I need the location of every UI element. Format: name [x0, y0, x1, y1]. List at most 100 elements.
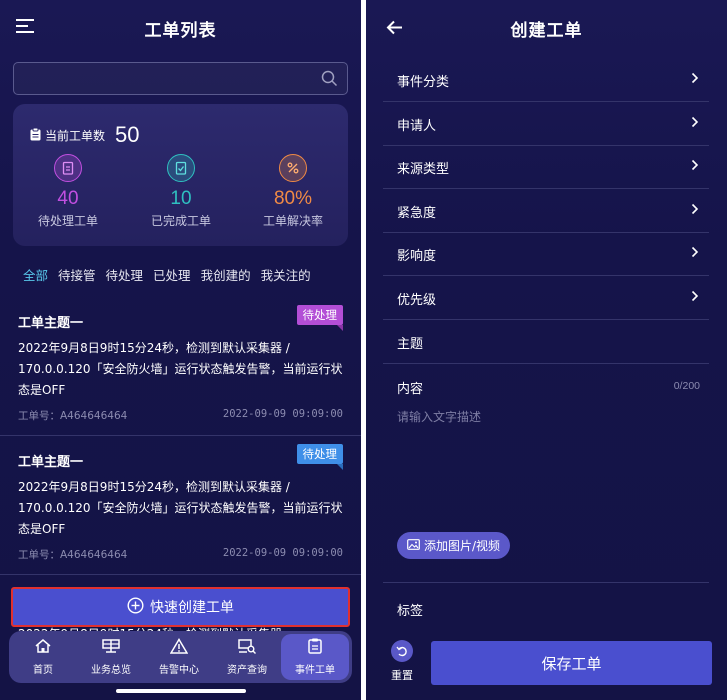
ticket-list-header: 工单列表	[0, 0, 361, 56]
save-label: 保存工单	[541, 654, 602, 673]
nav-label: 首页	[33, 665, 53, 676]
ticket-number: 工单号：A464646464	[18, 549, 128, 561]
ticket-number: 工单号：A464646464	[18, 410, 128, 422]
field-impact[interactable]: 影响度	[383, 233, 709, 276]
nav-label: 业务总览	[91, 665, 131, 676]
field-label: 事件分类	[397, 74, 450, 90]
chevron-right-icon	[691, 116, 709, 132]
content-label: 内容	[397, 382, 424, 397]
nav-business-overview[interactable]: 业务总览	[77, 631, 145, 683]
page-title: 工单列表	[144, 20, 217, 41]
quick-create-ticket-button[interactable]: 快速创建工单	[11, 587, 350, 627]
field-label: 申请人	[397, 118, 437, 134]
ticket-time: 2022-09-09 09:09:00	[222, 547, 343, 559]
stat-resolution-rate-value: 80%	[273, 188, 313, 209]
stat-pending-value: 40	[57, 188, 79, 209]
clipboard-check-icon	[167, 154, 195, 182]
plus-circle-icon	[127, 596, 144, 618]
chevron-right-icon	[691, 246, 709, 262]
overview-icon	[101, 638, 121, 657]
current-count-value: 50	[115, 122, 140, 147]
search-box[interactable]	[13, 62, 348, 95]
bottom-nav: 首页 业务总览 告警中心 资产查询 事件工单	[9, 631, 352, 683]
chevron-right-icon	[691, 159, 709, 175]
filter-tabs: 全部 待接管 待处理 已处理 我创建的 我关注的	[23, 265, 321, 284]
image-icon	[407, 538, 420, 553]
create-ticket-header: 创建工单	[366, 0, 727, 56]
ticket-description: 2022年9月8日9时15分24秒，检测到默认采集器 / 170.0.0.120…	[18, 480, 343, 536]
search-icon[interactable]	[321, 70, 338, 91]
field-label: 来源类型	[397, 161, 450, 177]
reset-label: 重置	[391, 669, 413, 682]
field-subject[interactable]: 主题	[383, 321, 709, 364]
field-label: 紧急度	[397, 205, 437, 221]
nav-label: 事件工单	[295, 665, 335, 676]
current-count: 当前工单数 50	[30, 122, 140, 148]
percent-icon	[279, 154, 307, 182]
asset-search-icon	[237, 638, 257, 657]
create-ticket-screen: 创建工单 事件分类 申请人 来源类型 紧急度 影响度 优先级 主题 内容 0/2…	[366, 0, 727, 700]
tab-awaiting-takeover[interactable]: 待接管	[58, 265, 96, 284]
ticket-card[interactable]: 工单主题一 待处理 2022年9月8日9时15分24秒，检测到默认采集器 / 1…	[0, 437, 361, 575]
tab-processed[interactable]: 已处理	[153, 265, 191, 284]
ticket-card[interactable]: 工单主题一 待处理 2022年9月8日9时15分24秒，检测到默认采集器 / 1…	[0, 298, 361, 436]
stat-resolution-rate[interactable]: 80% 工单解决率	[243, 154, 343, 229]
nav-home[interactable]: 首页	[9, 631, 77, 683]
chevron-right-icon	[691, 203, 709, 219]
content-textarea[interactable]: 请输入文字描述	[397, 408, 697, 508]
search-input[interactable]	[14, 63, 304, 94]
ticket-time: 2022-09-09 09:09:00	[222, 408, 343, 420]
status-badge: 待处理	[296, 444, 343, 470]
page-title: 创建工单	[510, 20, 583, 41]
add-media-button[interactable]: 添加图片/视频	[397, 532, 511, 559]
ticket-description: 2022年9月8日9时15分24秒，检测到默认采集器 / 170.0.0.120…	[18, 341, 343, 397]
clipboard-icon	[308, 638, 322, 657]
home-icon	[34, 638, 52, 657]
clipboard-list-icon	[54, 154, 82, 182]
add-media-label: 添加图片/视频	[424, 539, 501, 553]
reset-button[interactable]: 重置	[386, 640, 418, 683]
field-applicant[interactable]: 申请人	[383, 103, 709, 146]
field-label: 影响度	[397, 248, 437, 264]
nav-event-ticket[interactable]: 事件工单	[281, 634, 349, 680]
quick-create-label: 快速创建工单	[150, 600, 234, 616]
nav-alert-center[interactable]: 告警中心	[145, 631, 213, 683]
stat-pending-label: 待处理工单	[37, 214, 98, 228]
tab-created-by-me[interactable]: 我创建的	[201, 265, 251, 284]
tab-pending[interactable]: 待处理	[106, 265, 144, 284]
ticket-subject: 工单主题一	[18, 316, 84, 331]
field-label: 主题	[397, 336, 424, 352]
stats-card: 当前工单数 50 40 待处理工单 10 已完成工单 80% 工单解决率	[13, 104, 348, 246]
tab-all[interactable]: 全部	[23, 265, 48, 284]
stat-pending[interactable]: 40 待处理工单	[18, 154, 118, 229]
nav-asset-search[interactable]: 资产查询	[213, 631, 281, 683]
field-label: 优先级	[397, 292, 437, 308]
ticket-subject: 工单主题一	[18, 455, 84, 470]
current-count-label: 当前工单数	[45, 128, 106, 143]
chevron-right-icon	[691, 72, 709, 88]
stat-completed-label: 已完成工单	[150, 214, 211, 228]
field-event-category[interactable]: 事件分类	[383, 59, 709, 102]
nav-label: 资产查询	[227, 665, 267, 676]
nav-label: 告警中心	[159, 665, 199, 676]
tags-label: 标签	[397, 604, 424, 619]
alert-icon	[169, 638, 189, 657]
field-source-type[interactable]: 来源类型	[383, 146, 709, 189]
undo-icon	[391, 640, 413, 662]
field-urgency[interactable]: 紧急度	[383, 190, 709, 233]
status-badge: 待处理	[296, 305, 343, 331]
chevron-right-icon	[691, 290, 709, 306]
clipboard-icon	[30, 126, 41, 145]
menu-icon[interactable]	[16, 18, 34, 38]
field-priority[interactable]: 优先级	[383, 277, 709, 320]
divider-line	[383, 582, 709, 583]
char-counter: 0/200	[673, 380, 700, 392]
save-ticket-button[interactable]: 保存工单	[431, 641, 712, 685]
stat-completed[interactable]: 10 已完成工单	[131, 154, 231, 229]
back-arrow-icon[interactable]	[386, 20, 403, 39]
stat-resolution-rate-label: 工单解决率	[262, 214, 323, 228]
stat-completed-value: 10	[170, 188, 192, 209]
tab-followed[interactable]: 我关注的	[261, 265, 311, 284]
home-indicator[interactable]	[116, 689, 246, 693]
ticket-list-screen: 工单列表 当前工单数 50 40 待处理工单 10 已完成工单 80% 工单解决…	[0, 0, 361, 700]
